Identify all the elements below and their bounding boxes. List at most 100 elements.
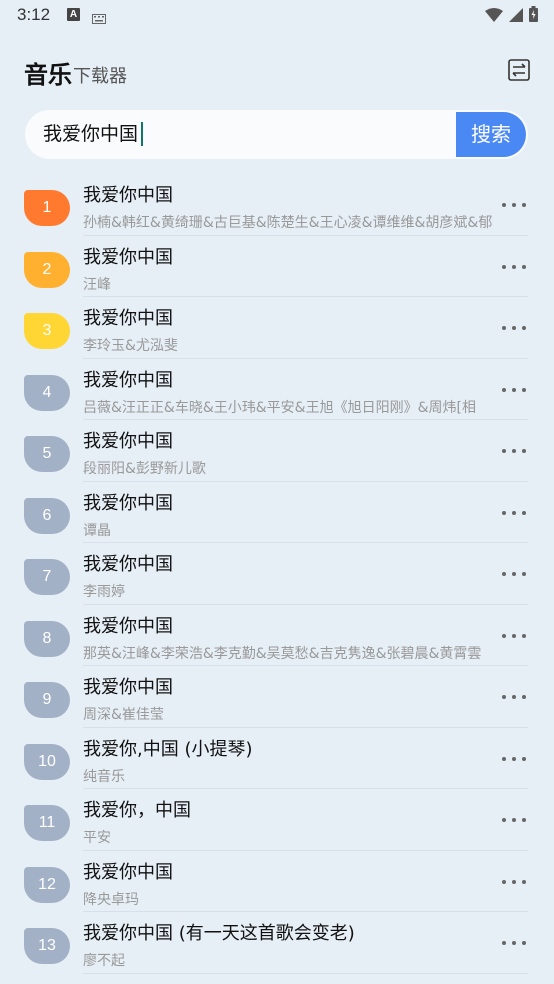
more-horizontal-icon[interactable]	[502, 446, 526, 456]
song-artist: 吕薇&汪正正&车晓&王小玮&平安&王旭《旭日阳刚》&周炜[相	[83, 399, 476, 416]
more-horizontal-icon[interactable]	[502, 692, 526, 702]
song-title: 我爱你中国	[83, 308, 173, 329]
dot	[522, 449, 526, 453]
dot	[502, 387, 506, 392]
status-bar: 3:12 A	[0, 0, 554, 32]
rank-badge: 10	[24, 743, 70, 780]
search-input[interactable]	[43, 110, 463, 159]
song-artist: 廖不起	[83, 953, 125, 969]
dot	[522, 264, 526, 269]
song-title: 我爱你中国 (有一天这首歌会变老)	[83, 923, 355, 944]
dot	[502, 326, 506, 330]
dot	[502, 756, 506, 761]
dot	[502, 633, 506, 638]
more-horizontal-icon[interactable]	[502, 262, 526, 272]
signal-icon	[509, 7, 523, 26]
song-row[interactable]: 12 我爱你中国 降央卓玛	[0, 851, 554, 912]
text-cursor	[141, 122, 143, 146]
song-artist: 降央卓玛	[83, 891, 139, 908]
dot	[522, 326, 526, 330]
song-list: 1 我爱你中国 孙楠&韩红&黄绮珊&古巨基&陈楚生&王心凌&谭维维&胡彦斌&郁 2 我爱…	[0, 174, 554, 974]
swap-icon[interactable]	[507, 58, 531, 86]
dot	[512, 818, 516, 822]
song-title: 我爱你中国	[83, 492, 173, 514]
rank-badge: 9	[24, 682, 70, 718]
dot	[522, 879, 526, 884]
dot	[522, 818, 526, 822]
song-title: 我爱你中国	[83, 369, 173, 391]
more-horizontal-icon[interactable]	[502, 385, 526, 395]
wifi-icon	[485, 7, 503, 26]
dot	[502, 818, 506, 822]
dot	[502, 264, 506, 269]
row-divider	[83, 972, 528, 974]
app-header: 音乐 下载器	[0, 52, 554, 92]
song-row[interactable]: 2 我爱你中国汪峰	[0, 236, 554, 297]
more-horizontal-icon[interactable]	[502, 754, 526, 764]
song-title: 我爱你中国	[83, 246, 173, 268]
dot	[522, 756, 526, 761]
rank-badge: 5	[24, 436, 70, 472]
song-row[interactable]: 13 我爱你中国 (有一天这首歌会变老) 廖不起	[0, 912, 554, 974]
more-horizontal-icon[interactable]	[502, 938, 526, 948]
song-artist: 孙楠&韩红&黄绮珊&古巨基&陈楚生&王心凌&谭维维&胡彦斌&郁	[83, 215, 493, 231]
more-horizontal-icon[interactable]	[502, 569, 526, 579]
rank-badge: 8	[24, 620, 70, 657]
song-title: 我爱你中国	[83, 861, 173, 883]
song-artist: 纯音乐	[83, 768, 125, 785]
rank-badge: 2	[24, 251, 70, 288]
rank-badge: 11	[24, 805, 70, 841]
more-horizontal-icon[interactable]	[502, 323, 526, 333]
more-horizontal-icon[interactable]	[502, 815, 526, 825]
status-time: 3:12	[17, 5, 51, 24]
dot	[502, 203, 506, 207]
song-row[interactable]: 8 我爱你中国 那英&汪峰&李荣浩&李克勤&吴莫愁&吉克隽逸&张碧晨&黄霄雲	[0, 605, 554, 666]
dot	[522, 941, 526, 945]
dot	[522, 203, 526, 207]
song-artist: 谭晶	[83, 522, 111, 539]
song-row[interactable]: 9 我爱你中国 周深&崔佳莹	[0, 666, 554, 728]
song-row[interactable]: 6 我爱你中国 谭晶	[0, 482, 554, 543]
song-row[interactable]: 10 我爱你,中国 (小提琴) 纯音乐	[0, 728, 554, 789]
battery-icon	[529, 6, 538, 26]
dot	[512, 510, 516, 515]
accessibility-icon: A	[67, 8, 80, 21]
song-artist: 平安	[83, 830, 111, 846]
song-row[interactable]: 7 我爱你中国李雨婷	[0, 543, 554, 605]
song-row[interactable]: 4 我爱你中国吕薇&汪正正&车晓&王小玮&平安&王旭《旭日阳刚》&周炜[相	[0, 359, 554, 420]
dot	[512, 264, 516, 269]
song-row[interactable]: 11 我爱你，中国平安	[0, 789, 554, 851]
song-row[interactable]: 3 我爱你中国 李玲玉&尤泓斐	[0, 297, 554, 359]
song-title: 我爱你中国	[83, 431, 173, 452]
more-horizontal-icon[interactable]	[502, 877, 526, 887]
song-artist: 汪峰	[83, 276, 111, 293]
dot	[512, 449, 516, 453]
dot	[512, 326, 516, 330]
app-title: 音乐	[24, 61, 72, 89]
song-title: 我爱你，中国	[83, 800, 191, 821]
song-row[interactable]: 5 我爱你中国段丽阳&彭野新儿歌	[0, 420, 554, 482]
dot	[512, 203, 516, 207]
dot	[522, 695, 526, 699]
dot	[502, 879, 506, 884]
rank-badge: 7	[24, 559, 70, 595]
song-artist: 段丽阳&彭野新儿歌	[83, 461, 206, 477]
dot	[522, 510, 526, 515]
rank-badge: 4	[24, 374, 70, 411]
more-horizontal-icon[interactable]	[502, 200, 526, 210]
search-bar: 搜索	[25, 110, 528, 159]
dot	[502, 572, 506, 576]
song-title: 我爱你中国	[83, 185, 173, 206]
dot	[512, 695, 516, 699]
song-row[interactable]: 1 我爱你中国 孙楠&韩红&黄绮珊&古巨基&陈楚生&王心凌&谭维维&胡彦斌&郁	[0, 174, 554, 236]
song-title: 我爱你中国	[83, 554, 173, 575]
more-horizontal-icon[interactable]	[502, 631, 526, 641]
more-horizontal-icon[interactable]	[502, 508, 526, 518]
song-artist: 李玲玉&尤泓斐	[83, 338, 178, 354]
search-button[interactable]: 搜索	[456, 112, 526, 157]
dot	[522, 633, 526, 638]
dot	[512, 387, 516, 392]
song-artist: 李雨婷	[83, 584, 125, 600]
dot	[502, 941, 506, 945]
song-artist: 那英&汪峰&李荣浩&李克勤&吴莫愁&吉克隽逸&张碧晨&黄霄雲	[83, 645, 482, 662]
